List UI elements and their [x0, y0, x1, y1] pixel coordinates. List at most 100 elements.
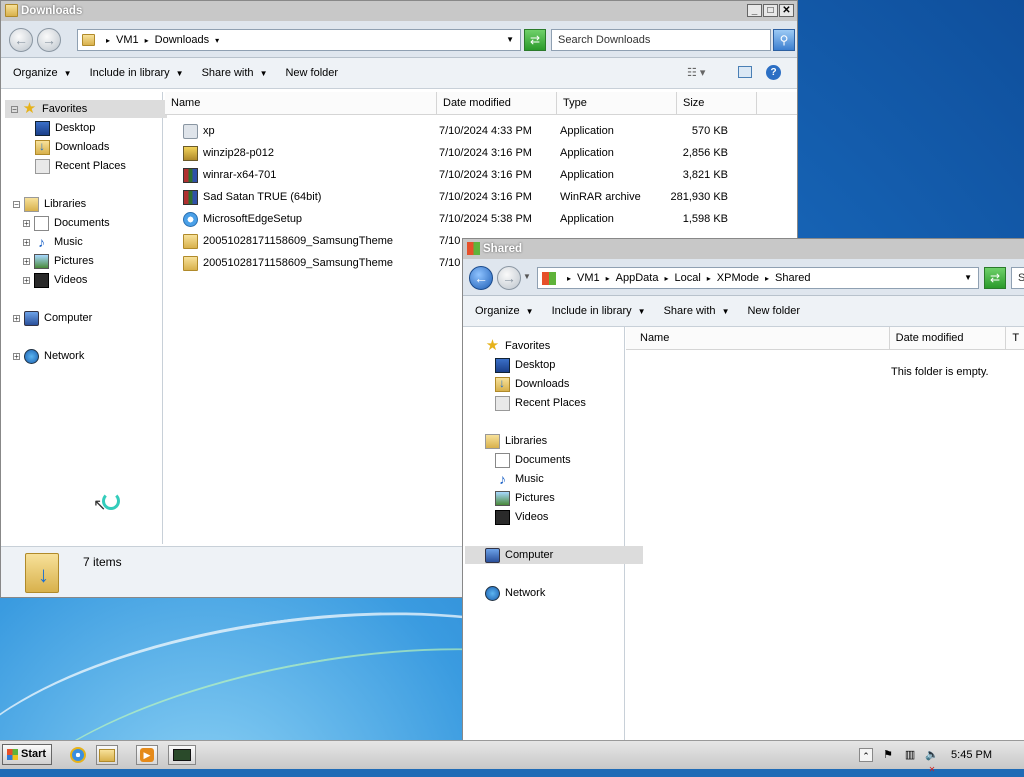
breadcrumb-vm1[interactable]: VM1	[577, 272, 600, 284]
share-with-menu[interactable]: Share with ▼	[664, 305, 730, 317]
volume-muted-icon[interactable]: 🔈✕	[925, 748, 939, 774]
address-dropdown-icon[interactable]: ▼	[506, 35, 514, 44]
chevron-right-icon[interactable]: ▸	[567, 274, 571, 283]
chevron-down-icon[interactable]: ▾	[215, 36, 219, 45]
expand-icon[interactable]: +	[13, 352, 20, 360]
nav-desktop[interactable]: Desktop	[465, 356, 555, 374]
file-row[interactable]: xp 7/10/2024 4:33 PM Application 570 KB	[183, 120, 728, 142]
breadcrumb-xpmode[interactable]: XPMode	[717, 272, 759, 284]
refresh-button[interactable]: ⇄	[524, 29, 546, 51]
nav-videos[interactable]: + Videos	[5, 271, 87, 289]
column-name[interactable]: Name	[626, 327, 890, 349]
media-player-icon[interactable]: ▶	[136, 745, 158, 765]
expand-icon[interactable]: +	[23, 257, 30, 265]
breadcrumb-shared[interactable]: Shared	[775, 272, 810, 284]
action-center-flag-icon[interactable]: ⚑	[881, 748, 895, 762]
organize-menu[interactable]: Organize ▼	[13, 67, 72, 79]
desktop-icon	[35, 120, 50, 136]
share-with-menu[interactable]: Share with ▼	[202, 67, 268, 79]
system-tray: ⌃ ⚑ ▥ 🔈✕ 5:45 PM	[859, 743, 1024, 774]
breadcrumb-downloads[interactable]: Downloads	[155, 34, 209, 46]
nav-recent-places[interactable]: Recent Places	[465, 394, 586, 412]
nav-documents[interactable]: + Documents	[5, 214, 110, 232]
close-button[interactable]: ✕	[779, 4, 794, 17]
file-row[interactable]: winzip28-p012 7/10/2024 3:16 PM Applicat…	[183, 142, 728, 164]
column-size[interactable]: Size	[677, 92, 757, 114]
collapse-icon[interactable]: −	[13, 200, 20, 208]
file-row[interactable]: winrar-x64-701 7/10/2024 3:16 PM Applica…	[183, 164, 728, 186]
file-row[interactable]: Sad Satan TRUE (64bit) 7/10/2024 3:16 PM…	[183, 186, 728, 208]
maximize-button[interactable]: □	[763, 4, 778, 17]
nav-favorites[interactable]: ★ Favorites	[465, 337, 550, 355]
search-input[interactable]: Search Downloads	[551, 29, 771, 51]
expand-icon[interactable]: +	[13, 314, 20, 322]
nav-videos[interactable]: Videos	[465, 508, 548, 526]
include-in-library-menu[interactable]: Include in library ▼	[552, 305, 646, 317]
address-dropdown-icon[interactable]: ▼	[964, 273, 972, 282]
preview-pane-icon[interactable]	[738, 66, 752, 78]
new-folder-button[interactable]: New folder	[285, 67, 338, 79]
nav-downloads[interactable]: Downloads	[465, 375, 569, 393]
view-options-icon[interactable]: ☷ ▾	[687, 66, 705, 79]
network-tray-icon[interactable]: ▥	[903, 748, 917, 762]
title-bar[interactable]: Downloads _ □ ✕	[1, 1, 797, 21]
back-button[interactable]: ←	[469, 266, 493, 290]
nav-network[interactable]: + Network	[5, 347, 84, 365]
minimize-button[interactable]: _	[747, 4, 762, 17]
chevron-right-icon[interactable]: ▸	[145, 36, 149, 45]
new-folder-button[interactable]: New folder	[747, 305, 800, 317]
collapse-icon[interactable]: −	[11, 105, 18, 113]
recent-pages-icon[interactable]: ▼	[523, 272, 531, 281]
windows-explorer-icon[interactable]	[96, 745, 118, 765]
nav-downloads[interactable]: Downloads	[5, 138, 109, 156]
search-input[interactable]: S	[1011, 267, 1024, 289]
nav-computer[interactable]: Computer	[465, 546, 643, 564]
title-bar[interactable]: Shared	[463, 239, 1024, 259]
nav-network[interactable]: Network	[465, 584, 545, 602]
breadcrumb-appdata[interactable]: AppData	[616, 272, 659, 284]
show-hidden-icons-icon[interactable]: ⌃	[859, 748, 874, 762]
forward-button[interactable]: →	[497, 266, 521, 290]
virtual-pc-icon[interactable]	[168, 745, 196, 765]
column-date-modified[interactable]: Date modified	[890, 327, 1007, 349]
chevron-right-icon[interactable]: ▸	[707, 274, 711, 283]
breadcrumb-vm1[interactable]: VM1	[116, 34, 139, 46]
internet-explorer-icon[interactable]	[68, 745, 90, 765]
expand-icon[interactable]: +	[23, 238, 30, 246]
expand-icon[interactable]: +	[23, 276, 30, 284]
nav-desktop[interactable]: Desktop	[5, 119, 95, 137]
column-date-modified[interactable]: Date modified	[437, 92, 557, 114]
column-type[interactable]: Type	[557, 92, 677, 114]
nav-libraries[interactable]: − Libraries	[5, 195, 86, 213]
refresh-button[interactable]: ⇄	[984, 267, 1006, 289]
nav-recent-places[interactable]: Recent Places	[5, 157, 126, 175]
address-bar[interactable]: ▸ VM1 ▸ Downloads ▾ ▼	[77, 29, 521, 51]
navigation-pane: − ★ Favorites Desktop Downloads Recent P…	[5, 92, 167, 544]
organize-menu[interactable]: Organize ▼	[475, 305, 534, 317]
forward-button[interactable]: →	[37, 28, 61, 52]
address-bar[interactable]: ▸ VM1 ▸ AppData ▸ Local ▸ XPMode ▸ Share…	[537, 267, 979, 289]
back-button[interactable]: ←	[9, 28, 33, 52]
nav-music[interactable]: + ♪ Music	[5, 233, 83, 251]
nav-documents[interactable]: Documents	[465, 451, 571, 469]
breadcrumb-local[interactable]: Local	[674, 272, 700, 284]
nav-favorites[interactable]: − ★ Favorites	[5, 100, 167, 118]
chevron-right-icon[interactable]: ▸	[765, 274, 769, 283]
start-button[interactable]: Start	[2, 744, 52, 765]
nav-computer[interactable]: + Computer	[5, 309, 92, 327]
nav-music[interactable]: ♪ Music	[465, 470, 544, 488]
chevron-right-icon[interactable]: ▸	[106, 36, 110, 45]
search-button[interactable]: ⚲	[773, 29, 795, 51]
chevron-right-icon[interactable]: ▸	[606, 274, 610, 283]
column-name[interactable]: Name	[165, 92, 437, 114]
chevron-right-icon[interactable]: ▸	[664, 274, 668, 283]
include-in-library-menu[interactable]: Include in library ▼	[90, 67, 184, 79]
nav-pictures[interactable]: + Pictures	[5, 252, 94, 270]
column-type[interactable]: T	[1006, 327, 1024, 349]
nav-pictures[interactable]: Pictures	[465, 489, 555, 507]
file-row[interactable]: MicrosoftEdgeSetup 7/10/2024 5:38 PM App…	[183, 208, 728, 230]
nav-libraries[interactable]: Libraries	[465, 432, 547, 450]
clock[interactable]: 5:45 PM	[951, 749, 992, 761]
expand-icon[interactable]: +	[23, 219, 30, 227]
help-icon[interactable]: ?	[766, 65, 781, 80]
